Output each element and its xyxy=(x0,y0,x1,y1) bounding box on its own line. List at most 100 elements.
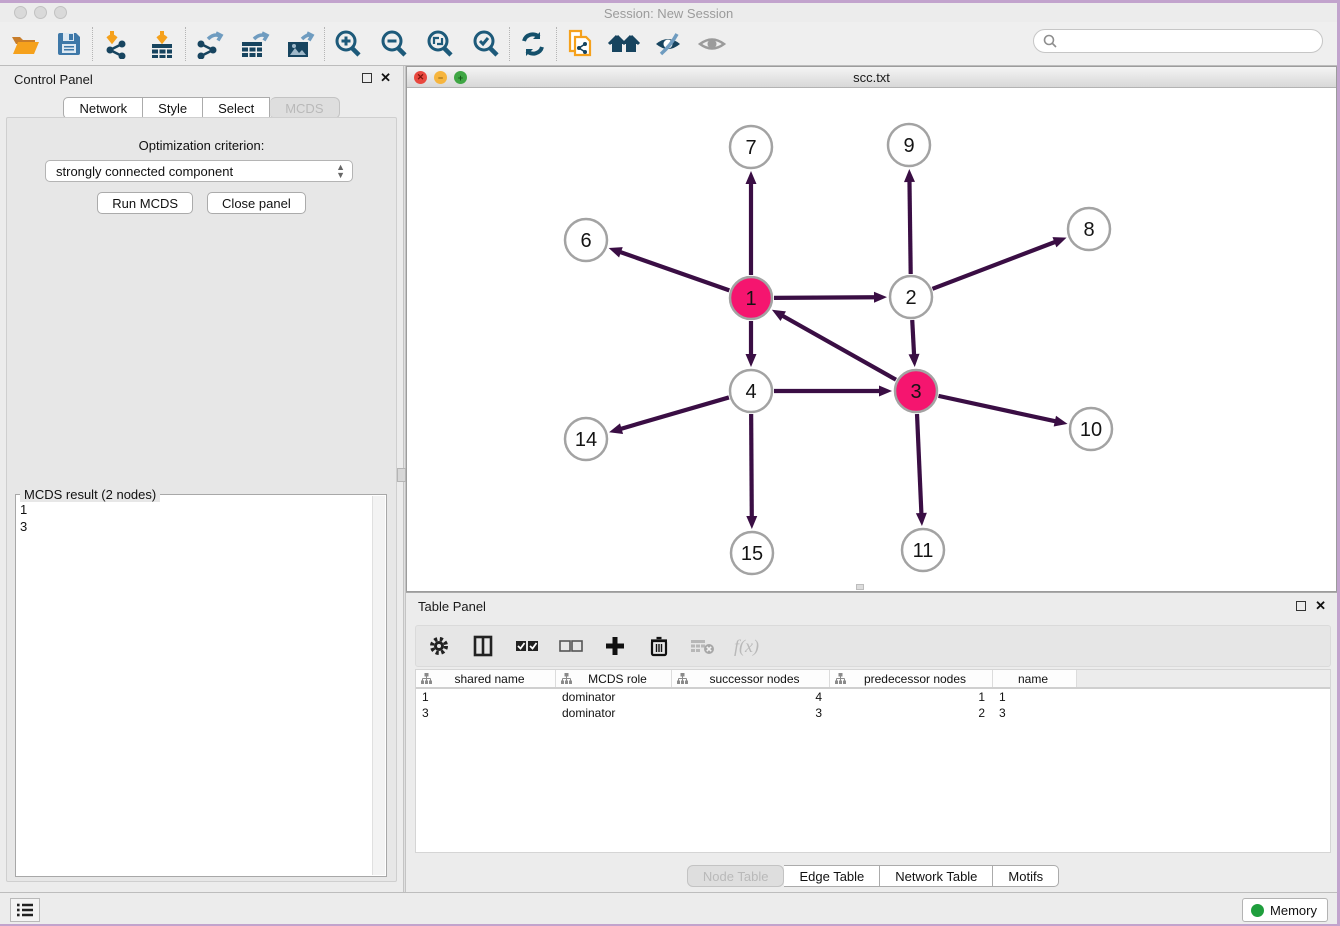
tab-mcds[interactable]: MCDS xyxy=(270,97,339,119)
export-network-icon[interactable] xyxy=(192,27,226,61)
edge-2-to-9[interactable] xyxy=(909,180,910,274)
search-box[interactable] xyxy=(1033,29,1323,53)
column-header-shared-name[interactable]: shared name xyxy=(416,670,556,687)
column-header-label: successor nodes xyxy=(688,672,829,686)
control-panel-tabs: NetworkStyleSelectMCDS xyxy=(0,97,403,119)
result-scrollbar[interactable] xyxy=(372,496,385,875)
desktop-edge xyxy=(0,0,1340,3)
column-header-label: MCDS role xyxy=(572,672,671,686)
search-input[interactable] xyxy=(1062,34,1322,49)
edge-3-to-1[interactable] xyxy=(781,315,895,380)
mcds-result-title: MCDS result (2 nodes) xyxy=(20,487,160,502)
mcds-result-lines[interactable]: 13 xyxy=(20,501,370,874)
graph-node-label: 11 xyxy=(913,540,934,562)
import-table-icon[interactable] xyxy=(145,27,179,61)
table-cell[interactable]: 1 xyxy=(416,689,556,705)
delete-table-icon[interactable] xyxy=(690,633,716,659)
clone-network-icon[interactable] xyxy=(563,27,597,61)
toolbar-separator xyxy=(509,27,510,61)
column-header-MCDS-role[interactable]: MCDS role xyxy=(556,670,672,687)
network-resize-handle[interactable] xyxy=(856,584,864,590)
node-table-header: shared name MCDS role successor nodes prede… xyxy=(416,670,1330,689)
tab-node-table[interactable]: Node Table xyxy=(687,865,785,887)
memory-button[interactable]: Memory xyxy=(1242,898,1328,922)
tab-style[interactable]: Style xyxy=(143,97,203,119)
table-cell[interactable]: 1 xyxy=(993,689,1077,705)
zoom-in-icon[interactable] xyxy=(331,27,365,61)
table-cell[interactable]: 3 xyxy=(416,705,556,721)
delete-column-icon[interactable] xyxy=(646,633,672,659)
window-title: Session: New Session xyxy=(0,6,1337,21)
edge-3-to-11[interactable] xyxy=(917,414,921,515)
network-window-titlebar[interactable]: ✕ − + scc.txt xyxy=(407,67,1336,88)
edge-arrowhead xyxy=(916,513,927,526)
table-panel-float-icon[interactable] xyxy=(1296,601,1306,611)
edge-4-to-15[interactable] xyxy=(751,414,752,518)
zoom-selected-icon[interactable] xyxy=(469,27,503,61)
table-cell[interactable]: dominator xyxy=(556,705,672,721)
memory-status-icon xyxy=(1251,904,1264,917)
edge-arrowhead xyxy=(609,247,623,257)
run-mcds-button[interactable]: Run MCDS xyxy=(97,192,193,214)
home-icon[interactable] xyxy=(607,27,641,61)
network-canvas[interactable]: 7968124314101511 xyxy=(407,88,1336,591)
control-panel-float-icon[interactable] xyxy=(362,73,372,83)
column-header-label: predecessor nodes xyxy=(846,672,992,686)
open-session-icon[interactable] xyxy=(8,27,42,61)
apply-function-icon[interactable]: f(x) xyxy=(734,636,759,657)
column-settings-icon[interactable] xyxy=(426,633,452,659)
edge-arrowhead xyxy=(746,516,757,529)
table-cell[interactable]: 3 xyxy=(672,705,830,721)
column-tree-icon xyxy=(677,673,688,684)
edge-4-to-14[interactable] xyxy=(620,397,729,429)
edge-3-to-10[interactable] xyxy=(938,396,1056,422)
tab-network[interactable]: Network xyxy=(63,97,143,119)
network-window-title: scc.txt xyxy=(407,70,1336,85)
select-all-columns-icon[interactable] xyxy=(514,633,540,659)
column-tree-icon xyxy=(421,673,432,684)
table-row[interactable]: 3dominator323 xyxy=(416,705,1330,721)
search-icon xyxy=(1043,34,1057,48)
hide-panel-icon[interactable] xyxy=(651,27,685,61)
edge-arrowhead xyxy=(874,292,887,303)
edge-2-to-8[interactable] xyxy=(932,241,1056,288)
show-eye-icon[interactable] xyxy=(695,27,729,61)
toolbar-separator xyxy=(92,27,93,61)
table-cell[interactable]: 1 xyxy=(830,689,993,705)
export-table-icon[interactable] xyxy=(238,27,272,61)
tab-select[interactable]: Select xyxy=(203,97,270,119)
panel-layout-icon[interactable] xyxy=(470,633,496,659)
zoom-out-icon[interactable] xyxy=(377,27,411,61)
import-network-icon[interactable] xyxy=(99,27,133,61)
edge-1-to-2[interactable] xyxy=(774,297,876,298)
tab-edge-table[interactable]: Edge Table xyxy=(784,865,880,887)
column-header-successor-nodes[interactable]: successor nodes xyxy=(672,670,830,687)
task-list-button[interactable] xyxy=(10,898,40,922)
control-panel-close-icon[interactable]: ✕ xyxy=(380,73,391,83)
add-column-icon[interactable] xyxy=(602,633,628,659)
edge-1-to-6[interactable] xyxy=(619,252,729,291)
zoom-fit-icon[interactable] xyxy=(423,27,457,61)
control-panel-title: Control Panel xyxy=(14,72,93,87)
table-row[interactable]: 1dominator411 xyxy=(416,689,1330,705)
column-header-name[interactable]: name xyxy=(993,670,1077,687)
refresh-icon[interactable] xyxy=(516,27,550,61)
toolbar-separator xyxy=(324,27,325,61)
status-bar: Memory xyxy=(0,892,1337,924)
table-cell[interactable]: 3 xyxy=(993,705,1077,721)
panel-splitter-handle[interactable] xyxy=(397,468,406,482)
export-image-icon[interactable] xyxy=(284,27,318,61)
column-header-predecessor-nodes[interactable]: predecessor nodes xyxy=(830,670,993,687)
save-session-icon[interactable] xyxy=(52,27,86,61)
table-cell[interactable]: 2 xyxy=(830,705,993,721)
close-panel-button[interactable]: Close panel xyxy=(207,192,306,214)
unselect-all-columns-icon[interactable] xyxy=(558,633,584,659)
tab-network-table[interactable]: Network Table xyxy=(880,865,993,887)
tab-motifs[interactable]: Motifs xyxy=(993,865,1059,887)
optimization-criterion-dropdown[interactable]: strongly connected component ▲▼ xyxy=(45,160,353,182)
table-panel-close-icon[interactable]: ✕ xyxy=(1315,601,1326,611)
table-cell[interactable]: 4 xyxy=(672,689,830,705)
window-titlebar[interactable]: Session: New Session xyxy=(0,3,1337,22)
table-cell[interactable]: dominator xyxy=(556,689,672,705)
edge-2-to-3[interactable] xyxy=(912,320,914,356)
